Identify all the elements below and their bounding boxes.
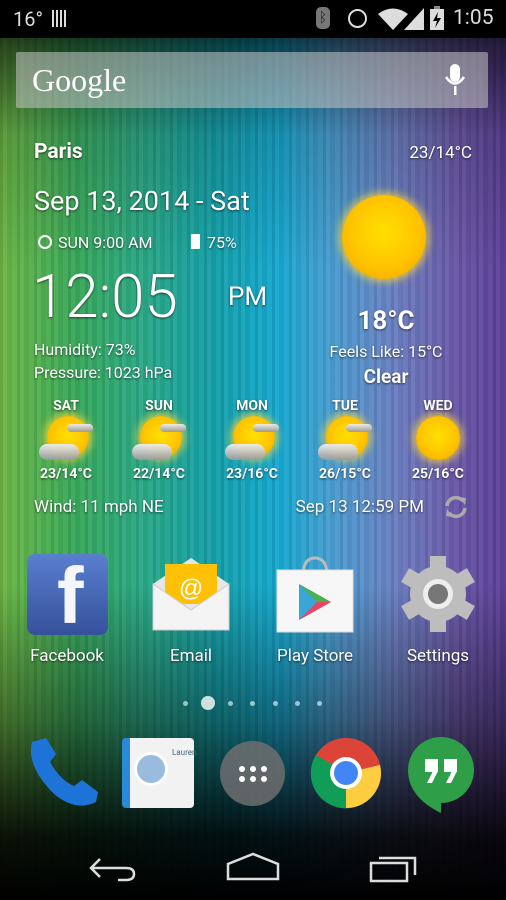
city: Paris [34, 140, 83, 164]
forecast-temp: 26/15°C [319, 466, 371, 482]
partly-cloudy-icon [39, 416, 93, 462]
clock-time[interactable]: 12:05 [32, 264, 178, 330]
page-dot-current [201, 696, 215, 710]
alarm-icon [348, 9, 367, 28]
app-label: Settings [406, 646, 470, 666]
google-logo: Google [32, 62, 127, 98]
email-icon: @ [152, 558, 230, 631]
google-search-bar[interactable]: Google [16, 52, 488, 108]
all-apps-button[interactable] [220, 741, 285, 806]
facebook-icon: f [27, 554, 108, 636]
current-temp: 18°C [357, 306, 415, 336]
forecast-day: WED 25/16°C [398, 398, 478, 488]
app-label: Facebook [30, 646, 104, 666]
app-settings[interactable]: Settings [378, 554, 498, 669]
wind: Wind: 11 mph NE [34, 497, 164, 517]
partly-cloudy-icon [132, 416, 186, 462]
next-alarm: SUN 9:00 AM [58, 233, 153, 252]
back-button[interactable] [88, 855, 138, 883]
forecast-day: SUN 22/14°C [119, 398, 199, 488]
forecast-day-label: SAT [53, 398, 79, 414]
forecast-day: TUE 26/15°C [305, 398, 385, 488]
battery-icon [191, 234, 200, 249]
people-icon[interactable]: Lauren [122, 738, 197, 808]
svg-text:@: @ [179, 575, 203, 602]
hi-lo-temp: 23/14°C [409, 143, 472, 163]
refresh-icon[interactable] [443, 494, 469, 520]
forecast-day: MON 23/16°C [212, 398, 292, 488]
battery-charging-icon [430, 6, 444, 30]
date: Sep 13, 2014 - Sat [34, 185, 250, 217]
play-store-icon [276, 556, 354, 633]
app-email[interactable]: @ Email [131, 554, 251, 669]
clock-ampm: PM [228, 282, 268, 312]
home-button[interactable] [226, 852, 280, 882]
condition: Clear [363, 365, 409, 388]
app-label: Email [169, 646, 213, 666]
alarm-icon [38, 235, 52, 249]
status-time: 1:05 [453, 6, 494, 30]
forecast-temp: 23/14°C [40, 466, 92, 482]
forecast-day: SAT 23/14°C [26, 398, 106, 488]
forecast-temp: 22/14°C [133, 466, 185, 482]
barcode-icon [52, 10, 67, 27]
page-dot [183, 701, 188, 706]
status-temperature: 16° [13, 7, 43, 31]
feels-like: Feels Like: 15°C [329, 342, 443, 361]
app-facebook[interactable]: f Facebook [7, 554, 127, 669]
settings-gear-icon [401, 556, 475, 632]
page-dot [295, 701, 300, 706]
hangouts-icon[interactable] [406, 735, 476, 813]
forecast-day-label: TUE [332, 398, 358, 414]
apps-grid-icon [239, 766, 267, 782]
app-label: Play Store [276, 646, 354, 666]
forecast-temp: 25/16°C [412, 466, 464, 482]
page-dot [250, 701, 255, 706]
partly-cloudy-icon [225, 416, 279, 462]
recent-apps-button[interactable] [369, 853, 421, 883]
signal-icon [404, 8, 424, 30]
mic-icon[interactable] [444, 64, 466, 96]
humidity: Humidity: 73% [34, 340, 136, 359]
contact-card-text: Lauren [172, 748, 197, 757]
phone-icon[interactable] [26, 736, 102, 808]
page-dot [317, 701, 322, 706]
pressure: Pressure: 1023 hPa [34, 363, 173, 382]
last-updated: Sep 13 12:59 PM [295, 497, 424, 517]
page-dot [273, 701, 278, 706]
forecast-day-label: MON [236, 398, 268, 414]
app-play-store[interactable]: Play Store [255, 554, 375, 669]
page-dot [228, 701, 233, 706]
partly-cloudy-icon [318, 416, 372, 462]
forecast-temp: 23/16°C [226, 466, 278, 482]
sunny-icon [342, 195, 426, 279]
chrome-icon[interactable] [310, 737, 382, 809]
status-bar: 16° ᛒ 1:05 [0, 0, 506, 38]
sunny-icon [416, 416, 460, 460]
bluetooth-icon: ᛒ [316, 7, 330, 29]
battery-level: 75% [207, 233, 237, 252]
forecast-day-label: SUN [145, 398, 173, 414]
forecast-day-label: WED [423, 398, 453, 414]
